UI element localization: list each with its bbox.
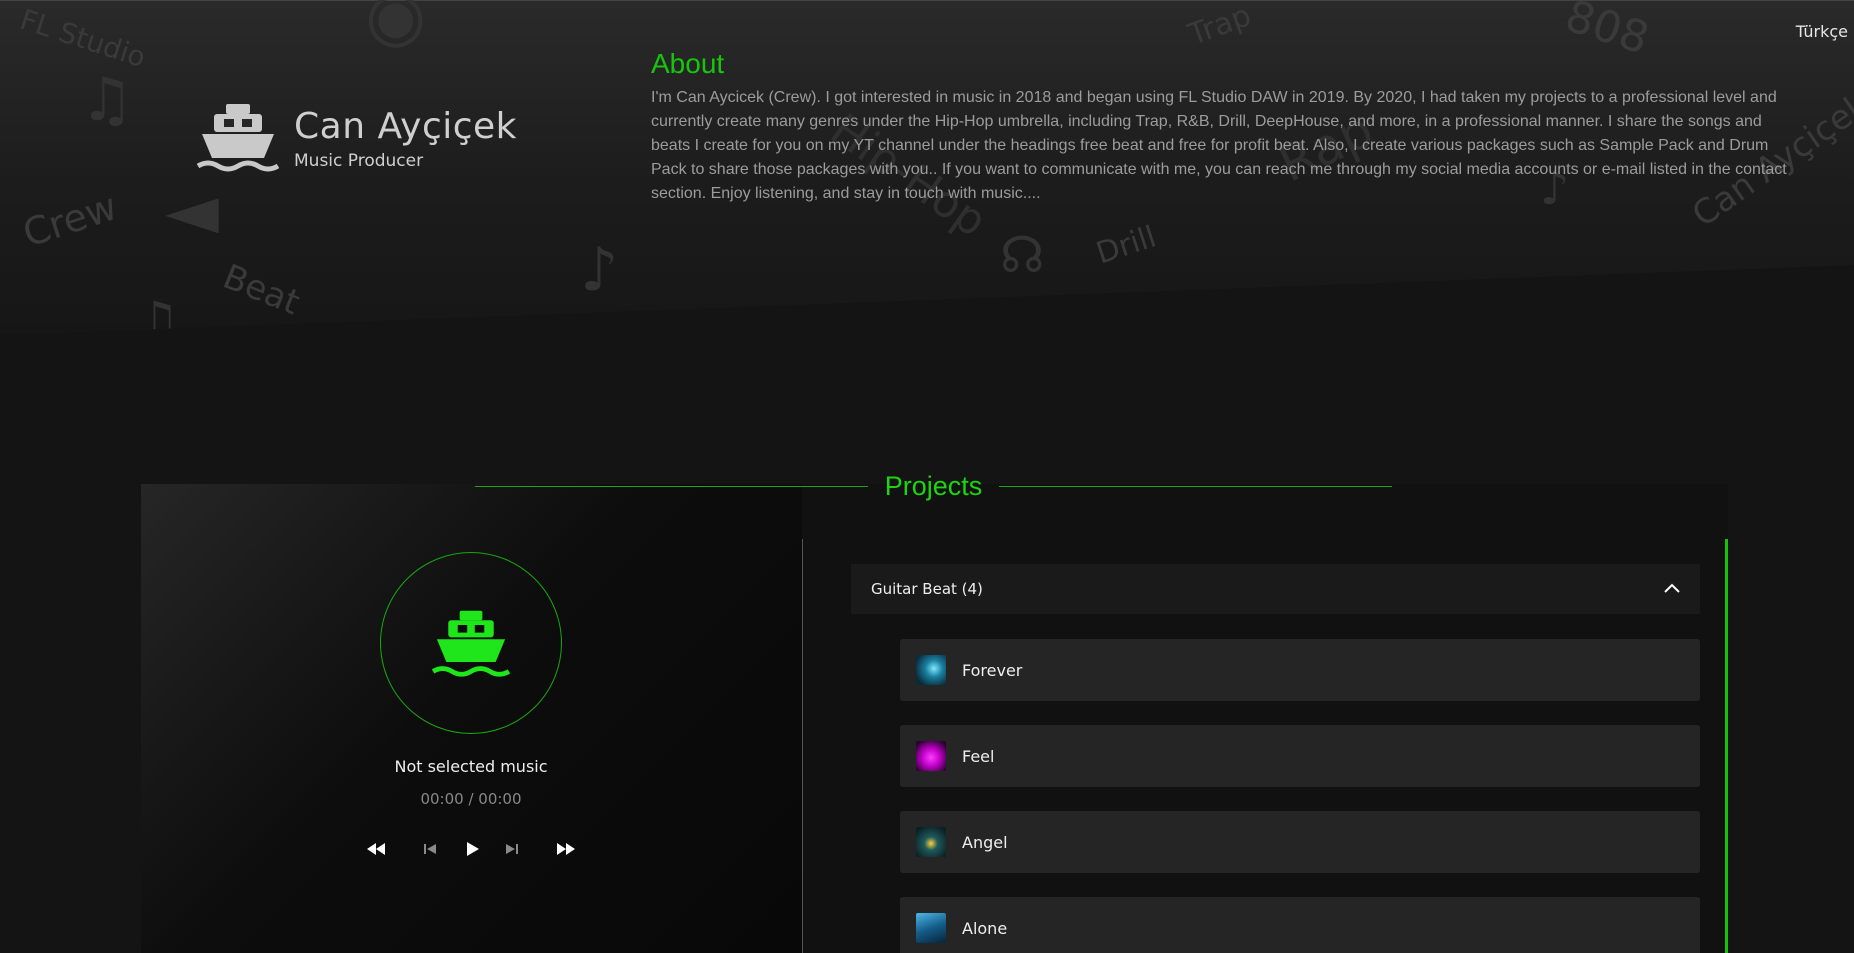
fast-forward-icon[interactable] (555, 838, 577, 860)
track-cover (916, 827, 946, 857)
play-icon[interactable] (461, 838, 483, 860)
bg-word: Drill (1092, 219, 1161, 272)
disc-icon: ◉ (365, 0, 427, 56)
track-name: Forever (962, 660, 1023, 680)
scrollbar[interactable] (1725, 539, 1728, 953)
bg-word: Beat (217, 256, 306, 324)
bg-word: FL Studio (16, 2, 150, 75)
language-switch[interactable]: Türkçe (1796, 22, 1848, 41)
now-playing-title: Not selected music (394, 757, 548, 776)
projects-title: Projects (884, 470, 983, 501)
playback-time: 00:00 / 00:00 (420, 790, 522, 808)
about-section: About I'm Can Aycicek (Crew). I got inte… (651, 48, 1801, 206)
skip-next-icon[interactable] (501, 838, 523, 860)
ship-icon (196, 104, 280, 172)
track-cover (916, 655, 946, 685)
divider (999, 485, 1393, 487)
panel-divider (802, 539, 803, 953)
track-name: Angel (962, 832, 1008, 852)
brand[interactable]: Can Ayçiçek Music Producer (196, 100, 517, 176)
about-title: About (651, 48, 725, 79)
track-item[interactable]: Angel (900, 811, 1700, 873)
skip-previous-icon[interactable] (419, 838, 441, 860)
track-cover (916, 913, 946, 943)
track-name: Alone (962, 918, 1008, 938)
brand-role: Music Producer (294, 150, 424, 171)
track-cover (916, 741, 946, 771)
projects-heading: Projects (475, 466, 1393, 506)
chevron-up-icon (1664, 583, 1680, 593)
track-name: Feel (962, 746, 995, 766)
fast-rewind-icon[interactable] (365, 838, 387, 860)
headphones-icon: ☊ (1000, 226, 1045, 284)
track-item[interactable]: Feel (900, 725, 1700, 787)
music-note-icon: ♫ (80, 65, 134, 135)
ship-icon (431, 610, 511, 677)
player-controls (365, 838, 580, 860)
category-label: Guitar Beat (4) (871, 580, 983, 598)
music-note-icon: ♪ (580, 235, 619, 305)
speaker-icon: ◄ (165, 169, 219, 251)
music-note-icon: ♫ (135, 291, 180, 340)
track-item[interactable]: Forever (900, 639, 1700, 701)
divider (475, 485, 868, 487)
bg-word: Crew (17, 184, 123, 256)
category-guitar-beat[interactable]: Guitar Beat (4) (851, 564, 1700, 614)
brand-name: Can Ayçiçek (294, 105, 518, 147)
track-item[interactable]: Alone (900, 897, 1700, 953)
bg-word: Trap (1183, 0, 1256, 53)
about-text: I'm Can Aycicek (Crew). I got interested… (651, 89, 1787, 202)
album-disc (380, 552, 562, 734)
